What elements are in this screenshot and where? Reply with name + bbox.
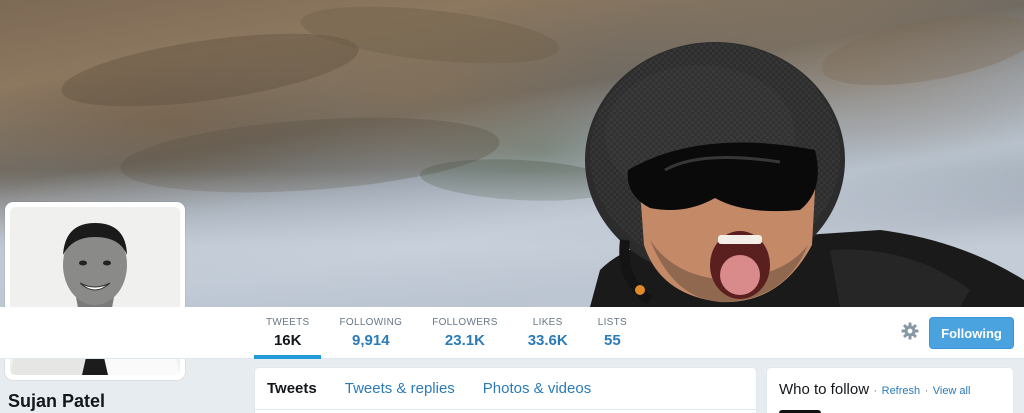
stat-lists[interactable]: LISTS 55 bbox=[586, 307, 639, 359]
stat-label: LISTS bbox=[597, 317, 628, 328]
tab-tweets[interactable]: Tweets bbox=[267, 380, 317, 397]
tab-photos-videos[interactable]: Photos & videos bbox=[483, 380, 591, 397]
stat-tweets[interactable]: TWEETS 16K bbox=[254, 307, 322, 359]
tab-tweets-replies[interactable]: Tweets & replies bbox=[345, 380, 455, 397]
following-button[interactable]: Following bbox=[929, 317, 1014, 349]
stat-value: 9,914 bbox=[352, 332, 390, 349]
separator: · bbox=[873, 385, 878, 397]
stat-label: LIKES bbox=[532, 317, 563, 328]
stat-label: FOLLOWERS bbox=[432, 317, 498, 328]
stat-value: 33.6K bbox=[527, 332, 568, 349]
stat-label: FOLLOWING bbox=[339, 317, 403, 328]
stat-label: TWEETS bbox=[266, 317, 310, 328]
who-to-follow-title: Who to follow bbox=[779, 381, 870, 398]
skydiver-photo bbox=[585, 42, 1024, 307]
stat-value: 23.1K bbox=[444, 332, 485, 349]
profile-nav: TWEETS 16K FOLLOWING 9,914 FOLLOWERS 23.… bbox=[0, 307, 1024, 359]
timeline-tabs: Tweets Tweets & replies Photos & videos bbox=[255, 368, 756, 410]
refresh-link[interactable]: Refresh bbox=[882, 385, 921, 397]
gear-icon[interactable] bbox=[900, 321, 920, 341]
profile-stats: TWEETS 16K FOLLOWING 9,914 FOLLOWERS 23.… bbox=[254, 307, 645, 359]
timeline-card: Tweets Tweets & replies Photos & videos bbox=[254, 367, 757, 413]
profile-name[interactable]: Sujan Patel bbox=[8, 391, 105, 412]
stat-following[interactable]: FOLLOWING 9,914 bbox=[327, 307, 414, 359]
separator: · bbox=[924, 385, 929, 397]
stat-followers[interactable]: FOLLOWERS 23.1K bbox=[420, 307, 510, 359]
view-all-link[interactable]: View all bbox=[933, 385, 971, 397]
who-to-follow-module: Who to follow · Refresh · View all bbox=[766, 367, 1014, 413]
stat-value: 16K bbox=[273, 332, 302, 349]
stat-likes[interactable]: LIKES 33.6K bbox=[516, 307, 580, 359]
stat-value: 55 bbox=[604, 332, 621, 349]
